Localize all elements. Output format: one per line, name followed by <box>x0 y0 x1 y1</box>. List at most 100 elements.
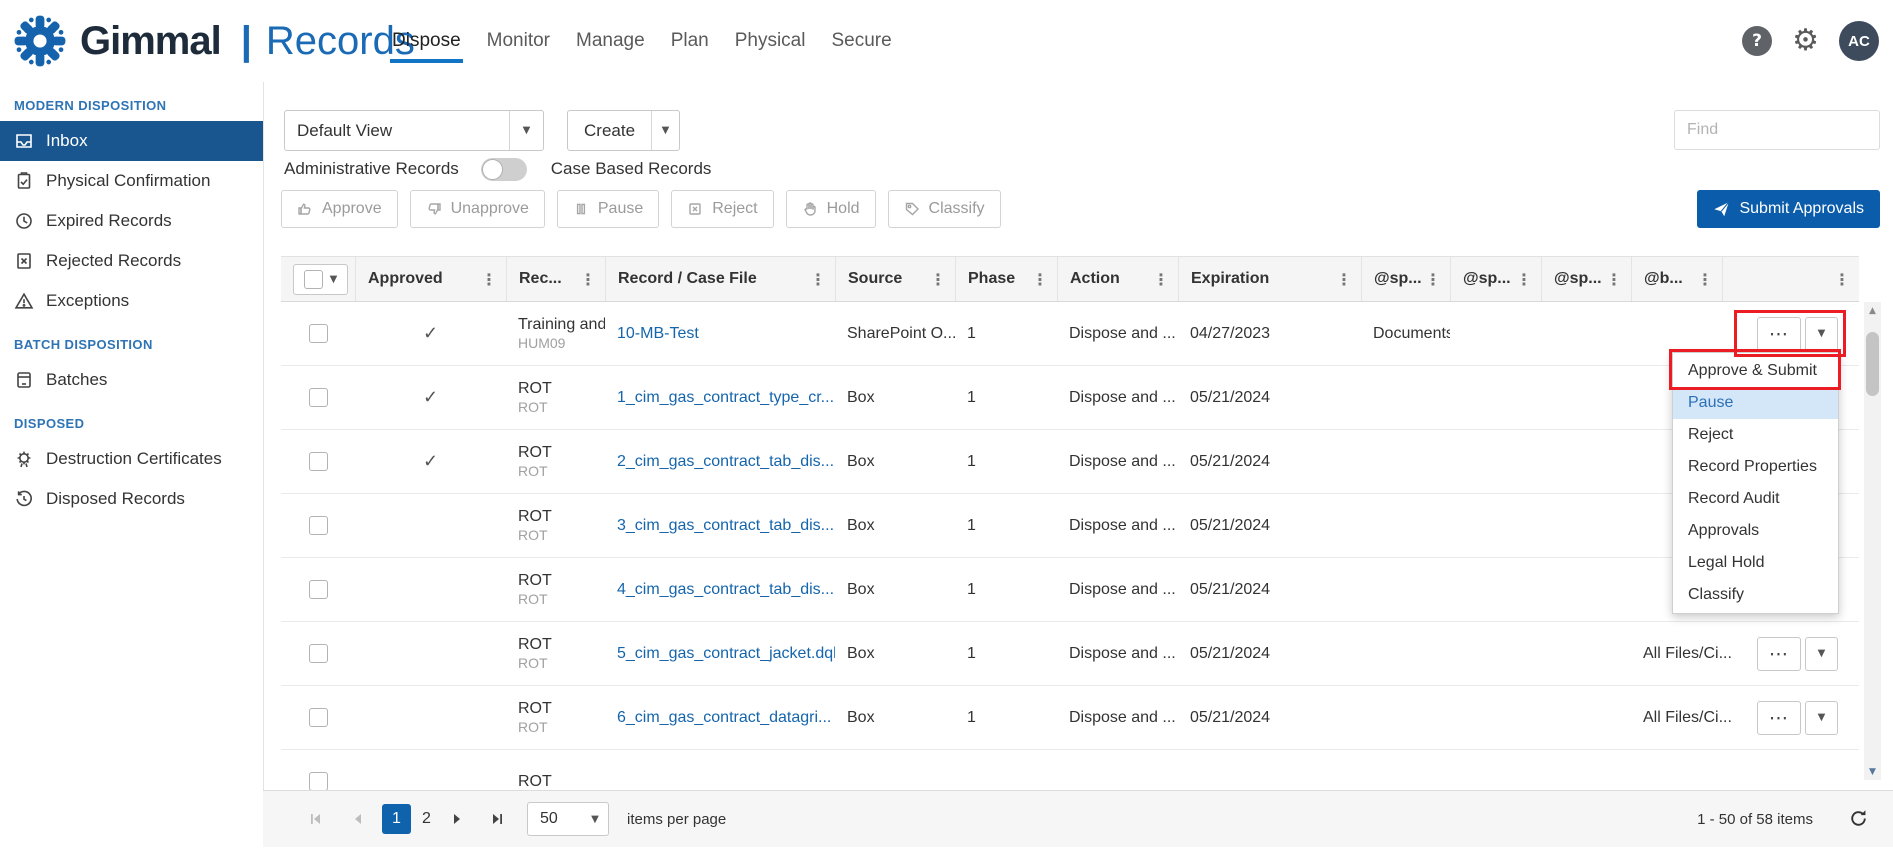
unapprove-button[interactable]: Unapprove <box>410 190 545 228</box>
column-menu-icon[interactable]: ⋮ <box>578 270 598 289</box>
row-checkbox[interactable] <box>309 708 328 727</box>
menu-item-approvals[interactable]: Approvals <box>1673 515 1838 547</box>
column-header-sp2[interactable]: @sp...⋮ <box>1450 257 1541 301</box>
menu-item-approve-submit[interactable]: Approve & Submit <box>1673 355 1838 387</box>
hold-button[interactable]: Hold <box>786 190 876 228</box>
record-link[interactable]: 4_cim_gas_contract_tab_dis... <box>617 581 834 599</box>
create-split-caret-icon[interactable]: ▼ <box>651 111 679 150</box>
column-menu-icon[interactable]: ⋮ <box>1514 270 1534 289</box>
menu-item-pause[interactable]: Pause <box>1673 387 1838 419</box>
next-page-button[interactable] <box>442 804 471 834</box>
sidebar-item-disposed-records[interactable]: Disposed Records <box>0 479 263 519</box>
select-all-checkbox[interactable] <box>304 270 323 289</box>
column-header-approved[interactable]: Approved⋮ <box>355 257 506 301</box>
sidebar-item-physical-confirmation[interactable]: Physical Confirmation <box>0 161 263 201</box>
row-checkbox[interactable] <box>309 772 328 790</box>
approve-button[interactable]: Approve <box>281 190 398 228</box>
menu-item-reject[interactable]: Reject <box>1673 419 1838 451</box>
previous-page-button[interactable] <box>343 804 372 834</box>
column-header-rec[interactable]: Rec...⋮ <box>506 257 605 301</box>
chevron-down-icon[interactable]: ▼ <box>509 111 543 150</box>
row-checkbox[interactable] <box>309 516 328 535</box>
record-link[interactable]: 2_cim_gas_contract_tab_dis... <box>617 453 834 471</box>
column-header-source[interactable]: Source⋮ <box>835 257 955 301</box>
column-menu-icon[interactable]: ⋮ <box>1334 270 1354 289</box>
menu-item-record-audit[interactable]: Record Audit <box>1673 483 1838 515</box>
page-size-caret-icon[interactable]: ▼ <box>582 803 608 835</box>
record-link[interactable]: 1_cim_gas_contract_type_cr... <box>617 389 834 407</box>
record-link[interactable]: 5_cim_gas_contract_jacket.dql <box>617 645 835 663</box>
page-size-select[interactable]: 50 ▼ <box>527 802 609 836</box>
page-button-1[interactable]: 1 <box>382 804 411 834</box>
select-all-control[interactable]: ▼ <box>293 264 348 295</box>
record-link[interactable]: 10-MB-Test <box>617 325 699 343</box>
column-menu-icon[interactable]: ⋮ <box>479 270 499 289</box>
row-checkbox[interactable] <box>309 388 328 407</box>
page-button-2[interactable]: 2 <box>412 804 441 834</box>
row-checkbox[interactable] <box>309 644 328 663</box>
create-button[interactable]: Create ▼ <box>567 110 680 151</box>
column-header-b[interactable]: @b...⋮ <box>1631 257 1722 301</box>
column-menu-icon[interactable]: ⋮ <box>1832 270 1852 289</box>
menu-item-classify[interactable]: Classify <box>1673 579 1838 611</box>
column-menu-icon[interactable]: ⋮ <box>808 270 828 289</box>
sidebar-item-exceptions[interactable]: Exceptions <box>0 281 263 321</box>
sidebar-item-rejected-records[interactable]: Rejected Records <box>0 241 263 281</box>
reject-button[interactable]: Reject <box>671 190 773 228</box>
avatar[interactable]: AC <box>1839 21 1879 61</box>
record-link[interactable]: 6_cim_gas_contract_datagri... <box>617 709 831 727</box>
scroll-down-icon[interactable]: ▼ <box>1864 763 1881 780</box>
column-header-sp3[interactable]: @sp...⋮ <box>1541 257 1631 301</box>
column-menu-icon[interactable]: ⋮ <box>1030 270 1050 289</box>
expiration-cell <box>1178 750 1361 790</box>
record-link[interactable]: 3_cim_gas_contract_tab_dis... <box>617 517 834 535</box>
scroll-up-icon[interactable]: ▲ <box>1864 302 1881 319</box>
nav-tab-monitor[interactable]: Monitor <box>487 30 550 52</box>
nav-tab-plan[interactable]: Plan <box>671 30 709 52</box>
help-icon[interactable]: ? <box>1742 26 1772 56</box>
classify-button[interactable]: Classify <box>888 190 1001 228</box>
row-more-button[interactable]: ⋯ <box>1757 317 1801 351</box>
column-menu-icon[interactable]: ⋮ <box>1151 270 1171 289</box>
settings-gear-icon[interactable]: ⚙ <box>1792 26 1819 56</box>
submit-approvals-button[interactable]: Submit Approvals <box>1697 190 1880 228</box>
column-header-action[interactable]: Action⋮ <box>1057 257 1178 301</box>
scrollbar-thumb[interactable] <box>1866 332 1879 396</box>
column-header-record-case-file[interactable]: Record / Case File⋮ <box>605 257 835 301</box>
column-menu-icon[interactable]: ⋮ <box>1423 270 1443 289</box>
sidebar-item-batches[interactable]: Batches <box>0 360 263 400</box>
pause-button[interactable]: Pause <box>557 190 659 228</box>
row-checkbox[interactable] <box>309 324 328 343</box>
row-checkbox[interactable] <box>309 452 328 471</box>
sidebar-item-destruction-certificates[interactable]: Destruction Certificates <box>0 439 263 479</box>
last-page-button[interactable] <box>482 804 511 834</box>
nav-tab-manage[interactable]: Manage <box>576 30 645 52</box>
row-dropdown-button[interactable]: ▼ <box>1805 701 1838 735</box>
row-dropdown-button[interactable]: ▼ <box>1805 317 1838 351</box>
column-header-row-actions[interactable]: ⋮ <box>1722 257 1859 301</box>
refresh-button[interactable] <box>1848 808 1869 834</box>
sidebar-item-expired-records[interactable]: Expired Records <box>0 201 263 241</box>
column-header-expiration[interactable]: Expiration⋮ <box>1178 257 1361 301</box>
row-dropdown-button[interactable]: ▼ <box>1805 637 1838 671</box>
first-page-button[interactable] <box>301 804 330 834</box>
menu-item-record-properties[interactable]: Record Properties <box>1673 451 1838 483</box>
column-menu-icon[interactable]: ⋮ <box>1695 270 1715 289</box>
select-all-caret-icon[interactable]: ▼ <box>330 274 338 285</box>
view-selector[interactable]: Default View ▼ <box>284 110 544 151</box>
row-more-button[interactable]: ⋯ <box>1757 701 1801 735</box>
find-input[interactable] <box>1674 110 1880 150</box>
vertical-scrollbar[interactable]: ▲ ▼ <box>1864 302 1881 780</box>
column-menu-icon[interactable]: ⋮ <box>1604 270 1624 289</box>
nav-tab-dispose[interactable]: Dispose <box>392 30 461 52</box>
row-checkbox[interactable] <box>309 580 328 599</box>
column-header-sp1[interactable]: @sp...⋮ <box>1361 257 1450 301</box>
row-more-button[interactable]: ⋯ <box>1757 637 1801 671</box>
nav-tab-secure[interactable]: Secure <box>831 30 891 52</box>
column-menu-icon[interactable]: ⋮ <box>928 270 948 289</box>
sidebar-item-inbox[interactable]: Inbox <box>0 121 263 161</box>
menu-item-legal-hold[interactable]: Legal Hold <box>1673 547 1838 579</box>
nav-tab-physical[interactable]: Physical <box>735 30 806 52</box>
column-header-phase[interactable]: Phase⋮ <box>955 257 1057 301</box>
administrative-records-toggle[interactable] <box>481 158 527 181</box>
